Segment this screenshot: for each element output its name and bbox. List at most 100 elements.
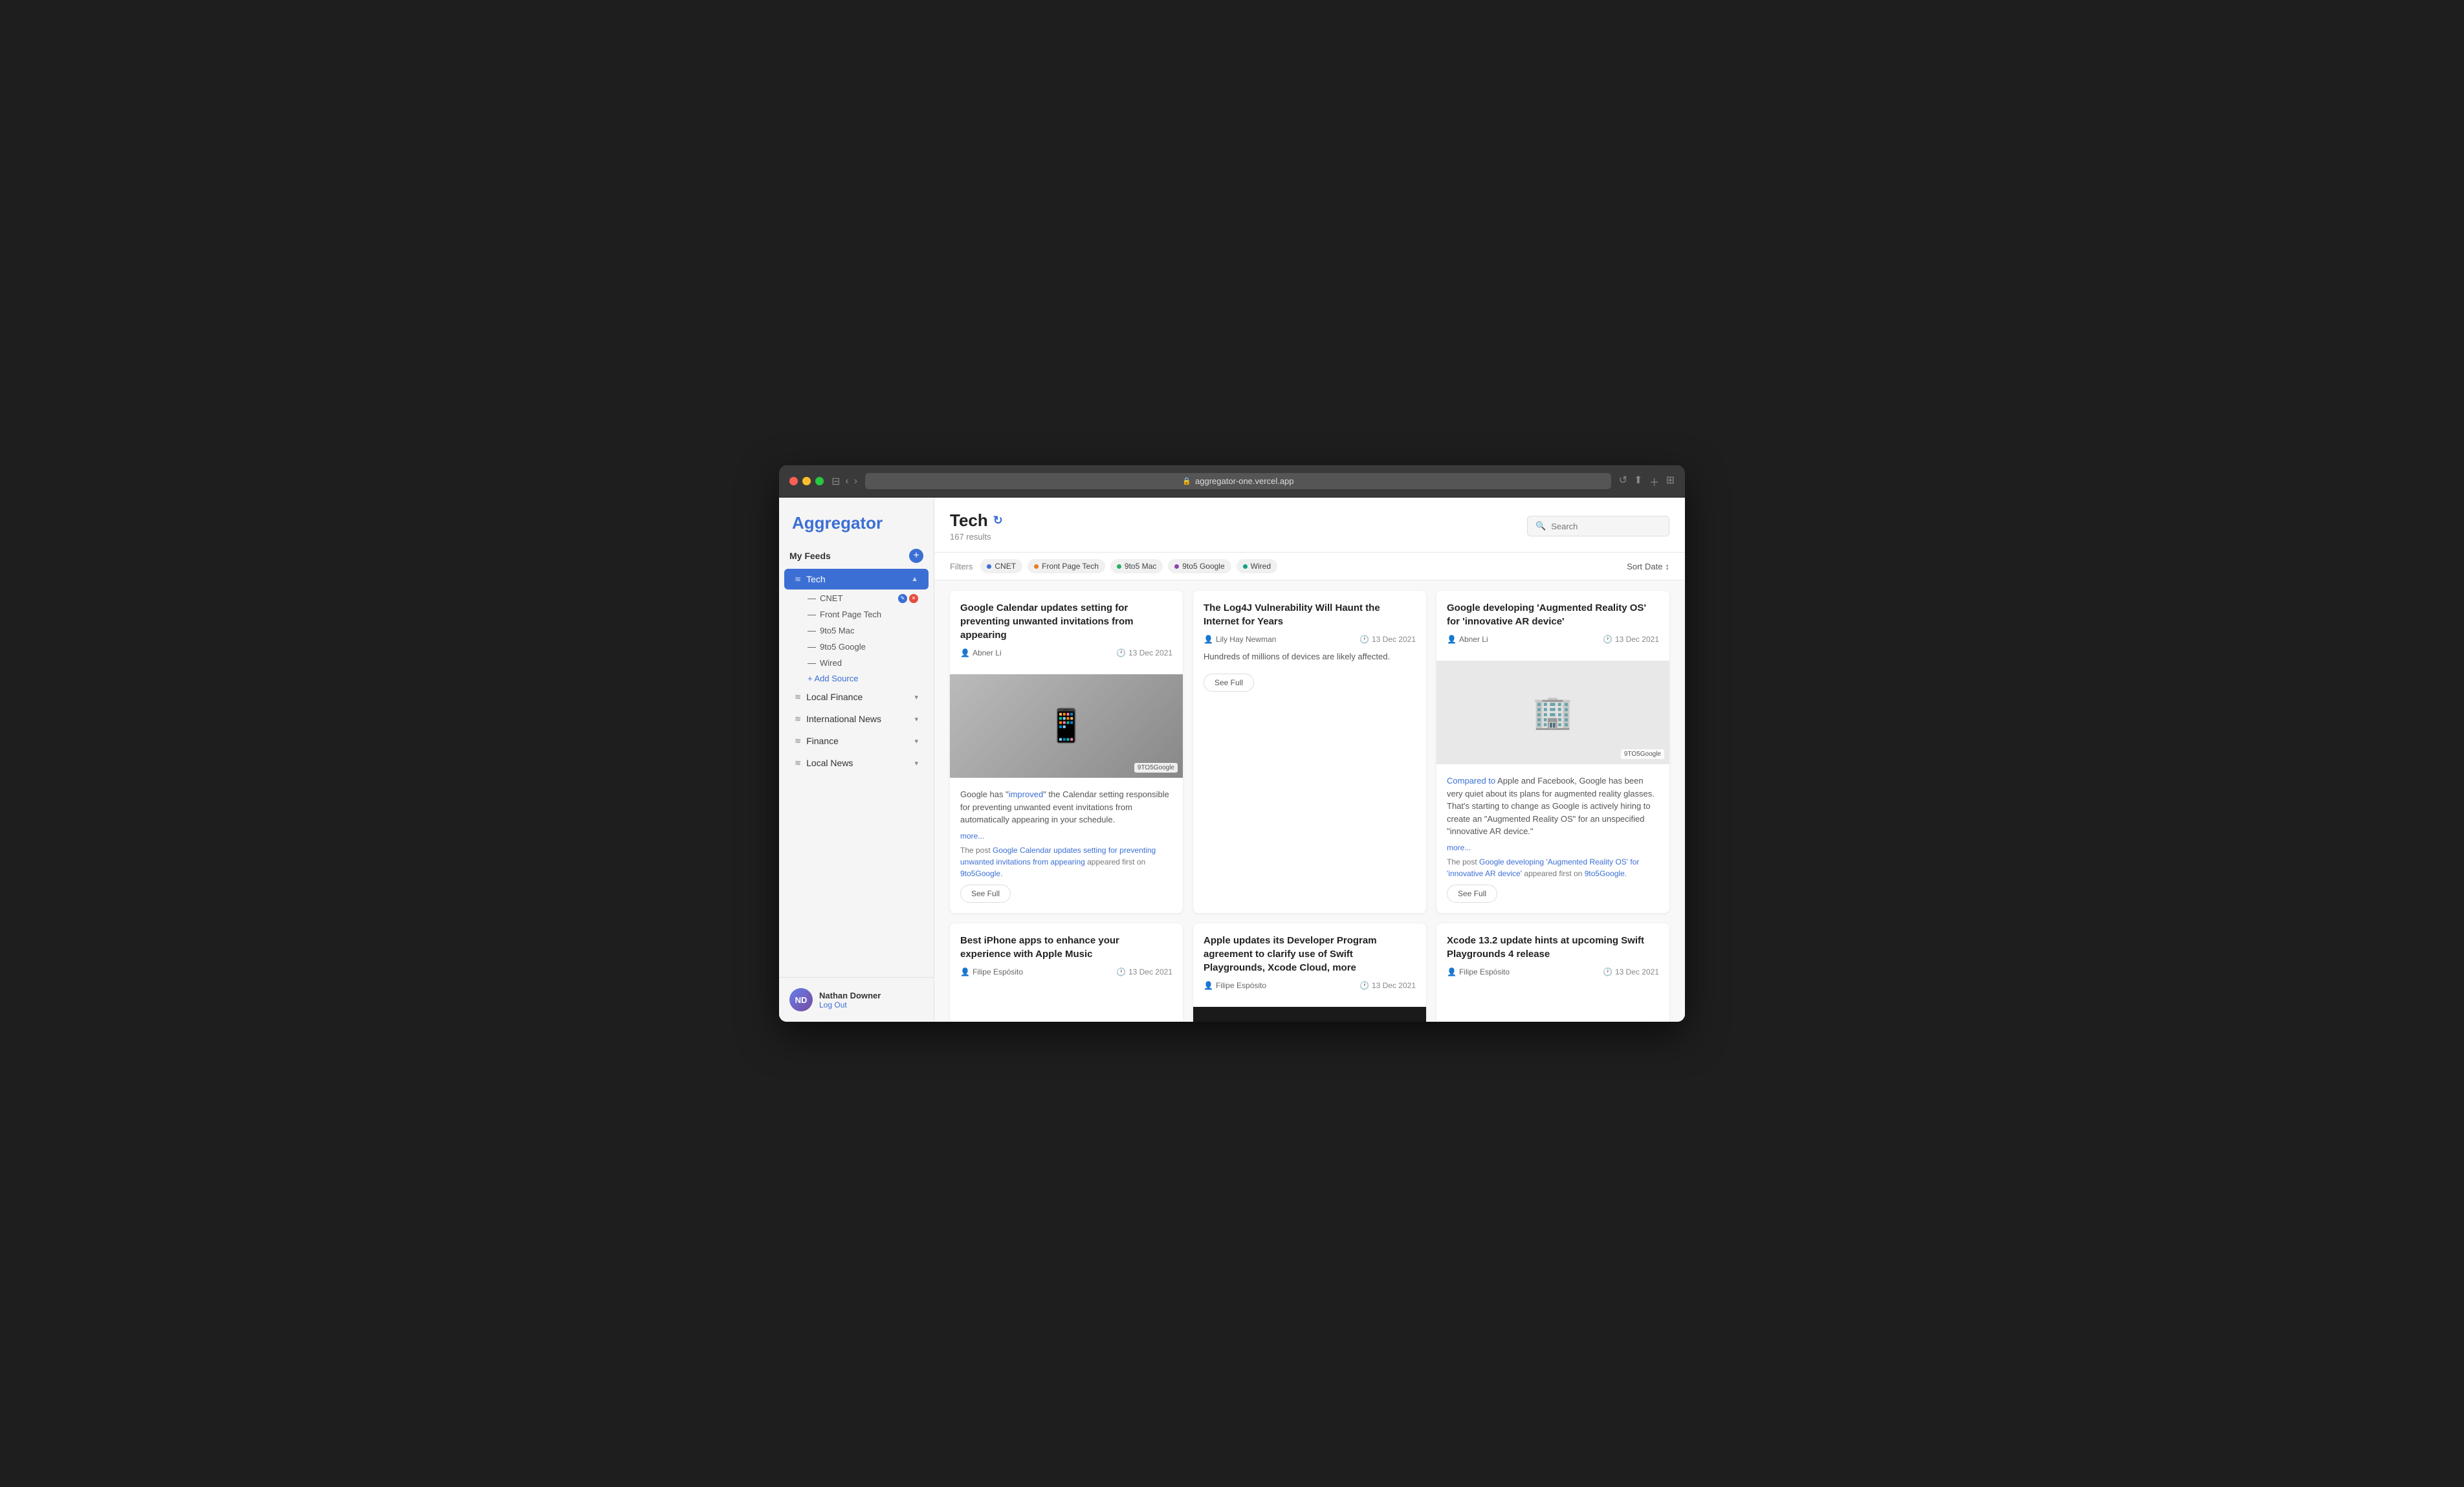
sidebar-item-international-news[interactable]: ≋ International News ▾ — [784, 709, 929, 729]
article-3-badge: 9TO5Google — [1621, 749, 1664, 759]
9to5mac-label: 9to5 Mac — [820, 626, 854, 635]
article-1-more-link[interactable]: more... — [960, 832, 1172, 841]
filter-label-wired: Wired — [1251, 562, 1271, 571]
refresh-icon[interactable]: ↻ — [993, 514, 1003, 527]
chevron-down-ln: ▾ — [914, 759, 918, 767]
filter-chip-cnet[interactable]: CNET — [980, 559, 1022, 573]
results-count: 167 results — [950, 532, 1003, 542]
9to5google-label: 9to5 Google — [820, 642, 866, 652]
delete-icon[interactable]: ✕ — [909, 594, 918, 603]
my-feeds-label: My Feeds — [789, 551, 831, 561]
wired-label: Wired — [820, 658, 842, 668]
article-4-title: Best iPhone apps to enhance your experie… — [960, 934, 1172, 961]
article-6-meta: 👤 Filipe Espósito 🕐 13 Dec 2021 — [1447, 967, 1659, 976]
sidebar-logo: Aggregator — [779, 498, 934, 544]
article-1-image: 9TO5Google — [950, 674, 1183, 778]
article-2-meta: 👤 Lily Hay Newman 🕐 13 Dec 2021 — [1204, 635, 1416, 644]
article-1-see-full[interactable]: See Full — [960, 885, 1011, 903]
articles-area: Google Calendar updates setting for prev… — [934, 580, 1685, 1022]
dash-icon: — — [808, 593, 816, 603]
avatar-initials: ND — [795, 995, 808, 1005]
local-news-label: Local News — [806, 758, 853, 768]
clock-icon-4: 🕐 — [1116, 967, 1126, 976]
new-tab-icon[interactable]: ＋ — [1649, 474, 1660, 489]
finance-label: Finance — [806, 736, 839, 746]
forward-icon[interactable]: › — [854, 476, 857, 487]
person-icon-2: 👤 — [1204, 635, 1213, 644]
add-source-link[interactable]: + Add Source — [784, 671, 929, 686]
sidebar-item-local-finance[interactable]: ≋ Local Finance ▾ — [784, 687, 929, 707]
clock-icon-3: 🕐 — [1603, 635, 1612, 644]
sidebar-item-finance[interactable]: ≋ Finance ▾ — [784, 731, 929, 751]
sidebar-subitem-wired[interactable]: — Wired — [784, 655, 929, 671]
article-card-6: Xcode 13.2 update hints at upcoming Swif… — [1436, 923, 1669, 1022]
dash-icon-2: — — [808, 610, 816, 619]
article-4-date: 🕐 13 Dec 2021 — [1116, 967, 1172, 976]
sidebar-toggle-icon[interactable]: ⊟ — [831, 475, 840, 488]
article-1-date: 🕐 13 Dec 2021 — [1116, 648, 1172, 657]
back-icon[interactable]: ‹ — [845, 476, 848, 487]
address-bar[interactable]: 🔒 aggregator-one.vercel.app — [865, 473, 1611, 489]
local-finance-label: Local Finance — [806, 692, 863, 702]
chevron-down-in: ▾ — [914, 715, 918, 723]
sidebar-subitem-9to5google[interactable]: — 9to5 Google — [784, 639, 929, 655]
filter-label-cnet: CNET — [995, 562, 1016, 571]
article-2-see-full[interactable]: See Full — [1204, 674, 1254, 692]
minimize-button[interactable] — [802, 477, 811, 485]
reload-icon[interactable]: ↺ — [1619, 474, 1627, 489]
maximize-button[interactable] — [815, 477, 824, 485]
search-box[interactable]: 🔍 — [1527, 516, 1669, 536]
article-1-improved-link[interactable]: improved — [1009, 789, 1043, 799]
filters-row: Filters CNET Front Page Tech 9to5 Mac — [934, 553, 1685, 580]
sidebar-subitem-9to5mac[interactable]: — 9to5 Mac — [784, 622, 929, 639]
article-card-1: Google Calendar updates setting for prev… — [950, 591, 1183, 913]
filter-chip-9to5mac[interactable]: 9to5 Mac — [1110, 559, 1163, 573]
dash-icon-4: — — [808, 642, 816, 652]
article-2-excerpt: Hundreds of millions of devices are like… — [1204, 650, 1416, 663]
sidebar-subitem-frontpagetech[interactable]: — Front Page Tech — [784, 606, 929, 622]
article-1-excerpt: Google has "improved" the Calendar setti… — [960, 788, 1172, 826]
browser-controls: ⊟ ‹ › — [831, 475, 857, 488]
clock-icon-1: 🕐 — [1116, 648, 1126, 657]
extensions-icon[interactable]: ⊞ — [1666, 474, 1675, 489]
filter-chip-frontpagetech[interactable]: Front Page Tech — [1028, 559, 1105, 573]
sidebar-user: ND Nathan Downer Log Out — [779, 977, 934, 1022]
logo-link[interactable]: Aggregator — [792, 513, 883, 533]
sidebar-item-tech[interactable]: ≋ Tech ▲ — [784, 569, 929, 589]
clock-icon-6: 🕐 — [1603, 967, 1612, 976]
article-3-compared-link[interactable]: Compared to — [1447, 776, 1495, 786]
edit-icon[interactable]: ✎ — [898, 594, 907, 603]
article-1-source-text: The post Google Calendar updates setting… — [960, 844, 1172, 879]
article-4-meta: 👤 Filipe Espósito 🕐 13 Dec 2021 — [960, 967, 1172, 976]
close-button[interactable] — [789, 477, 798, 485]
article-6-date: 🕐 13 Dec 2021 — [1603, 967, 1659, 976]
article-card-5: Apple updates its Developer Program agre… — [1193, 923, 1426, 1022]
search-input[interactable] — [1551, 522, 1661, 531]
sidebar-subitem-cnet[interactable]: — CNET ✎ ✕ — [784, 590, 929, 606]
article-3-source-name[interactable]: 9to5Google — [1585, 869, 1625, 878]
filter-chip-wired[interactable]: Wired — [1237, 559, 1277, 573]
person-icon-5: 👤 — [1204, 981, 1213, 990]
add-feed-button[interactable]: + — [909, 549, 923, 563]
article-card-3: Google developing 'Augmented Reality OS'… — [1436, 591, 1669, 913]
sidebar-item-local-news[interactable]: ≋ Local News ▾ — [784, 753, 929, 773]
cnet-label: CNET — [820, 593, 842, 603]
article-3-see-full[interactable]: See Full — [1447, 885, 1497, 903]
article-1-source-name[interactable]: 9to5Google — [960, 869, 1000, 878]
main-content: Tech ↻ 167 results 🔍 Filters — [934, 498, 1685, 1022]
traffic-lights — [789, 477, 824, 485]
chevron-down-lf: ▾ — [914, 693, 918, 701]
international-news-label: International News — [806, 714, 881, 724]
page-title: Tech — [950, 511, 988, 531]
dash-icon-5: — — [808, 658, 816, 668]
frontpagetech-label: Front Page Tech — [820, 610, 881, 619]
article-3-more-link[interactable]: more... — [1447, 843, 1659, 852]
my-feeds-header: My Feeds + — [779, 544, 934, 568]
share-icon[interactable]: ⬆ — [1634, 474, 1642, 489]
article-1-author: 👤 Abner Li — [960, 648, 1002, 657]
logout-button[interactable]: Log Out — [819, 1000, 881, 1009]
filter-chip-9to5google[interactable]: 9to5 Google — [1168, 559, 1231, 573]
article-3-source-text: The post Google developing 'Augmented Re… — [1447, 856, 1659, 879]
article-1-source-link[interactable]: Google Calendar updates setting for prev… — [960, 846, 1156, 866]
sort-button[interactable]: Sort Date ↕ — [1627, 562, 1669, 571]
